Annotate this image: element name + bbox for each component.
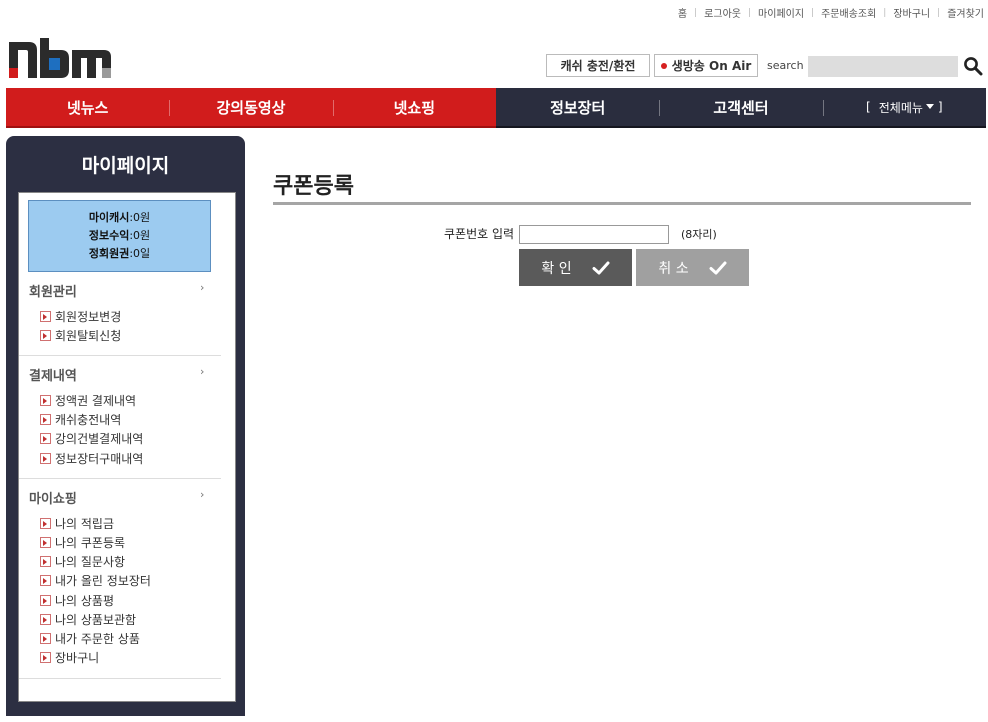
top-link-logout[interactable]: 로그아웃 bbox=[704, 5, 741, 20]
nav-item-lecture-videos[interactable]: 강의동영상 bbox=[169, 88, 332, 126]
section-title-member[interactable]: 회원관리 bbox=[29, 281, 77, 300]
section-title-myshopping[interactable]: 마이쇼핑 bbox=[29, 488, 77, 507]
cancel-button[interactable]: 취 소 bbox=[636, 249, 749, 286]
chevron-right-icon[interactable]: › bbox=[200, 365, 204, 378]
top-link-mypage[interactable]: 마이페이지 bbox=[758, 5, 804, 20]
sidebar-item-withdraw[interactable]: 회원탈퇴신청 bbox=[40, 327, 121, 344]
top-links: 홈 | 로그아웃 | 마이페이지 | 주문배송조회 | 장바구니 | 즐겨찾기 bbox=[678, 5, 984, 21]
revenue-row: 정보수익:0원 bbox=[88, 229, 151, 242]
page-title: 쿠폰등록 bbox=[273, 174, 354, 199]
separator: | bbox=[937, 7, 941, 18]
sidebar-item-points[interactable]: 나의 적립금 bbox=[40, 515, 114, 532]
arrow-bullet-icon bbox=[40, 395, 51, 406]
arrow-bullet-icon bbox=[40, 633, 51, 644]
sidebar-item-coupon-register[interactable]: 나의 쿠폰등록 bbox=[40, 534, 125, 551]
coupon-digits-hint: (8자리) bbox=[681, 228, 717, 241]
arrow-bullet-icon bbox=[40, 652, 51, 663]
arrow-bullet-icon bbox=[40, 330, 51, 341]
sidebar-item-orders[interactable]: 내가 주문한 상품 bbox=[40, 630, 140, 647]
chevron-down-icon bbox=[925, 104, 934, 109]
sidebar-item-my-info-posts[interactable]: 내가 올린 정보장터 bbox=[40, 572, 151, 589]
live-broadcast-button[interactable]: 생방송 On Air bbox=[654, 54, 758, 77]
search-icon[interactable] bbox=[963, 56, 983, 76]
bracket-open: [ bbox=[866, 100, 871, 114]
membership-row: 정회원권:0일 bbox=[88, 247, 151, 260]
divider bbox=[19, 478, 221, 479]
search-input[interactable] bbox=[808, 56, 958, 77]
sidebar-item-pass-payments[interactable]: 정액권 결제내역 bbox=[40, 392, 136, 409]
confirm-label: 확 인 bbox=[541, 260, 572, 277]
section-title-payments[interactable]: 결제내역 bbox=[29, 365, 77, 384]
divider bbox=[19, 355, 221, 356]
nav-item-info-market[interactable]: 정보장터 bbox=[496, 88, 659, 126]
arrow-bullet-icon bbox=[40, 537, 51, 548]
sidebar-item-questions[interactable]: 나의 질문사항 bbox=[40, 553, 125, 570]
full-menu-label: 전체메뉴 bbox=[878, 100, 923, 115]
check-icon bbox=[709, 261, 727, 274]
arrow-bullet-icon bbox=[40, 518, 51, 529]
confirm-button[interactable]: 확 인 bbox=[519, 249, 632, 286]
live-dot-icon bbox=[660, 62, 667, 69]
cancel-label: 취 소 bbox=[658, 260, 689, 277]
cash-summary-box: 마이캐시:0원 정보수익:0원 정회원권:0일 bbox=[28, 200, 211, 272]
separator: | bbox=[811, 7, 815, 18]
arrow-bullet-icon bbox=[40, 614, 51, 625]
sidebar-item-edit-member[interactable]: 회원정보변경 bbox=[40, 308, 121, 325]
top-link-cart[interactable]: 장바구니 bbox=[893, 5, 930, 20]
nav-item-netshopping[interactable]: 넷쇼핑 bbox=[332, 88, 496, 126]
chevron-right-icon[interactable]: › bbox=[200, 281, 204, 294]
separator: | bbox=[883, 7, 887, 18]
site-logo[interactable] bbox=[9, 38, 111, 80]
top-link-home[interactable]: 홈 bbox=[678, 5, 687, 20]
sidebar-item-cart[interactable]: 장바구니 bbox=[40, 649, 99, 666]
sidebar-item-cash-charges[interactable]: 캐쉬충전내역 bbox=[40, 411, 121, 428]
arrow-bullet-icon bbox=[40, 575, 51, 586]
check-icon bbox=[592, 261, 610, 274]
sidebar: 마이페이지 마이캐시:0원 정보수익:0원 정회원권:0일 회원관리 › 회원정… bbox=[6, 136, 245, 716]
arrow-bullet-icon bbox=[40, 595, 51, 606]
chevron-right-icon[interactable]: › bbox=[200, 488, 204, 501]
full-menu-button[interactable]: [ 전체메뉴 ] bbox=[822, 88, 986, 126]
cash-charge-button[interactable]: 캐쉬 충전/환전 bbox=[546, 54, 650, 77]
bracket-close: ] bbox=[937, 100, 943, 114]
arrow-bullet-icon bbox=[40, 311, 51, 322]
sidebar-item-wishlist[interactable]: 나의 상품보관함 bbox=[40, 611, 136, 628]
main-nav: 넷뉴스 강의동영상 넷쇼핑 정보장터 고객센터 [ 전체메뉴 ] bbox=[6, 88, 986, 128]
top-link-bookmark[interactable]: 즐겨찾기 bbox=[947, 5, 984, 20]
live-broadcast-label: 생방송 On Air bbox=[671, 59, 752, 73]
sidebar-item-lecture-payments[interactable]: 강의건별결제내역 bbox=[40, 430, 143, 447]
nav-group-primary: 넷뉴스 강의동영상 넷쇼핑 bbox=[6, 88, 496, 128]
sidebar-panel: 마이캐시:0원 정보수익:0원 정회원권:0일 회원관리 › 회원정보변경 회원… bbox=[18, 192, 236, 702]
arrow-bullet-icon bbox=[40, 453, 51, 464]
separator: | bbox=[747, 7, 752, 18]
sidebar-item-reviews[interactable]: 나의 상품평 bbox=[40, 592, 114, 609]
coupon-number-input[interactable] bbox=[519, 225, 669, 244]
top-link-order-tracking[interactable]: 주문배송조회 bbox=[821, 5, 876, 20]
search-label: search bbox=[767, 59, 804, 72]
arrow-bullet-icon bbox=[40, 414, 51, 425]
arrow-bullet-icon bbox=[40, 433, 51, 444]
divider bbox=[19, 678, 221, 679]
coupon-number-label: 쿠폰번호 입력 bbox=[444, 227, 515, 241]
cash-charge-label: 캐쉬 충전/환전 bbox=[560, 59, 636, 73]
cash-row: 마이캐시:0원 bbox=[88, 211, 151, 224]
arrow-bullet-icon bbox=[40, 556, 51, 567]
separator: | bbox=[694, 7, 698, 18]
title-divider bbox=[273, 202, 971, 205]
sidebar-item-info-purchases[interactable]: 정보장터구매내역 bbox=[40, 450, 143, 467]
nav-item-customer-center[interactable]: 고객센터 bbox=[659, 88, 822, 126]
nav-group-secondary: 정보장터 고객센터 [ 전체메뉴 ] bbox=[496, 88, 986, 128]
nav-item-netnews[interactable]: 넷뉴스 bbox=[6, 88, 169, 126]
sidebar-title: 마이페이지 bbox=[81, 154, 170, 177]
